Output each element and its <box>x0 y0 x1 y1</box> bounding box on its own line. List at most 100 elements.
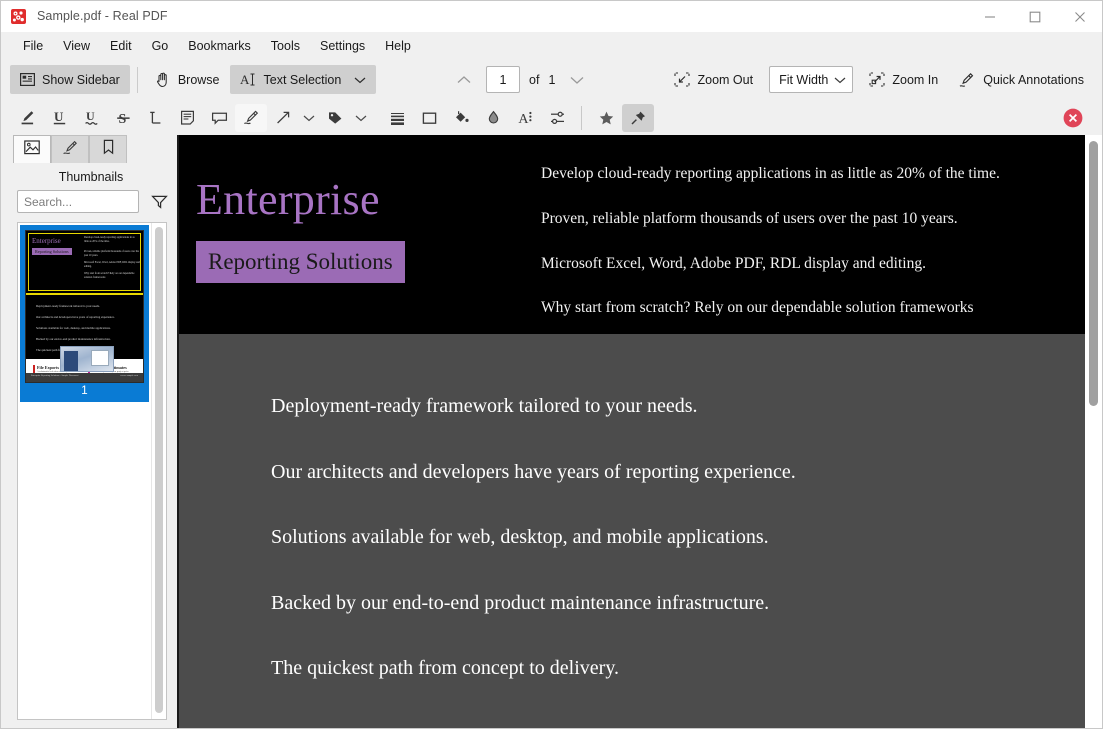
quick-annotations-button[interactable]: Quick Annotations <box>948 65 1094 94</box>
search-placeholder: Search... <box>24 194 73 209</box>
page-header-left: Enterprise Reporting Solutions <box>179 135 541 334</box>
svg-text:A: A <box>518 112 529 127</box>
font-style-icon[interactable]: A <box>509 104 541 132</box>
thumb-product-image <box>60 346 114 372</box>
body-line-5: The quickest path from concept to delive… <box>271 657 620 679</box>
thumb-footer-right: www.example.com <box>120 375 138 377</box>
shape-stamp-icon[interactable] <box>319 104 351 132</box>
text-box-icon[interactable] <box>203 104 235 132</box>
maximize-icon[interactable] <box>1012 1 1057 32</box>
title-bar: Sample.pdf - Real PDF <box>1 1 1102 32</box>
document-viewer[interactable]: Enterprise Reporting Solutions Develop c… <box>177 135 1102 728</box>
zoom-out-icon <box>674 72 691 87</box>
zoom-out-label: Zoom Out <box>697 72 754 87</box>
annotation-toolbar: U U S A <box>1 100 1102 135</box>
arrow-line-icon[interactable] <box>267 104 299 132</box>
annotations-tab[interactable] <box>51 135 89 163</box>
viewer-scrollbar-thumb[interactable] <box>1089 141 1098 406</box>
document-title: Enterprise <box>196 175 380 224</box>
thumb-header-band: Enterprise Reporting Solutions Develop c… <box>26 231 143 295</box>
text-selection-button[interactable]: A Text Selection <box>229 65 377 94</box>
sidebar: Thumbnails Search... Enterprise Reportin… <box>5 135 177 728</box>
header-line-2: Proven, reliable platform thousands of u… <box>541 209 958 227</box>
page-header-right: Develop cloud-ready reporting applicatio… <box>541 135 1085 334</box>
thumb-footer-left: Enterprise Reporting Solutions - Sample … <box>31 375 79 377</box>
pdf-app-icon <box>10 8 27 25</box>
strikeout-icon[interactable]: S <box>107 104 139 132</box>
thumbnail-scrollbar[interactable] <box>151 223 166 719</box>
thumb-body-line-1: Deployment-ready framework tailored to y… <box>36 304 100 308</box>
pdf-page: Enterprise Reporting Solutions Develop c… <box>179 135 1085 728</box>
show-sidebar-label: Show Sidebar <box>42 72 120 87</box>
pin-toolbar-icon[interactable] <box>622 103 654 132</box>
favorite-star-icon[interactable] <box>590 104 622 132</box>
browse-button[interactable]: Browse <box>145 65 230 94</box>
chevron-down-icon <box>834 73 846 87</box>
thumb-header-line-3: Microsoft Excel, Word, Adobe PDF, RDL di… <box>84 261 140 268</box>
pdf-reader-window: Sample.pdf - Real PDF File View Edit Go … <box>0 0 1103 729</box>
chevron-down-icon[interactable] <box>354 76 366 84</box>
svg-text:U: U <box>54 109 64 124</box>
document-subtitle-badge: Reporting Solutions <box>196 241 405 283</box>
close-document-icon[interactable] <box>1062 107 1084 129</box>
sidebar-panel-icon <box>20 73 35 86</box>
thumbnail-panel: Enterprise Reporting Solutions Develop c… <box>17 222 167 720</box>
previous-page-button[interactable] <box>451 67 477 93</box>
rectangle-icon[interactable] <box>413 104 445 132</box>
hand-icon <box>155 72 171 88</box>
thumbnail-scrollbar-thumb[interactable] <box>155 227 163 713</box>
sticky-note-icon[interactable] <box>171 104 203 132</box>
menu-edit[interactable]: Edit <box>100 36 142 56</box>
bookmarks-tab[interactable] <box>89 135 127 163</box>
menu-file[interactable]: File <box>13 36 53 56</box>
close-icon[interactable] <box>1057 1 1102 32</box>
thumb-body-line-3: Solutions available for web, desktop, an… <box>36 326 111 330</box>
squiggly-underline-icon[interactable]: U <box>75 104 107 132</box>
thumb-badge: Reporting Solutions <box>32 248 72 255</box>
zoom-in-button[interactable]: Zoom In <box>859 65 948 94</box>
thumb-body-line-4: Backed by our end-to-end product mainten… <box>36 337 111 341</box>
search-input[interactable]: Search... <box>17 190 139 213</box>
menu-tools[interactable]: Tools <box>261 36 310 56</box>
fill-color-icon[interactable] <box>445 104 477 132</box>
zoom-controls: Zoom Out Fit Width Zoom In Quick Annotat… <box>664 65 1094 94</box>
menu-go[interactable]: Go <box>142 36 179 56</box>
thumbnails-tab[interactable] <box>13 135 51 163</box>
thumb-header-line-4: Why start from scratch? Rely on our depe… <box>84 272 135 279</box>
menu-bookmarks[interactable]: Bookmarks <box>178 36 261 56</box>
page-number-input[interactable] <box>486 66 520 93</box>
zoom-out-button[interactable]: Zoom Out <box>664 65 763 94</box>
zoom-level-select[interactable]: Fit Width <box>769 66 854 93</box>
page-header-section: Enterprise Reporting Solutions Develop c… <box>179 135 1085 334</box>
settings-sliders-icon[interactable] <box>541 104 573 132</box>
opacity-icon[interactable] <box>477 104 509 132</box>
browse-label: Browse <box>177 72 220 87</box>
insert-text-icon[interactable] <box>139 104 171 132</box>
zoom-level-value: Fit Width <box>779 72 829 87</box>
thumbnail-item-1[interactable]: Enterprise Reporting Solutions Develop c… <box>20 225 149 402</box>
menu-view[interactable]: View <box>53 36 100 56</box>
underline-icon[interactable]: U <box>43 104 75 132</box>
next-page-button[interactable] <box>564 67 590 93</box>
sidebar-tabs <box>5 135 177 163</box>
filter-funnel-icon[interactable] <box>149 192 169 212</box>
menu-help[interactable]: Help <box>375 36 421 56</box>
show-sidebar-button[interactable]: Show Sidebar <box>10 65 130 94</box>
page-of-label: of <box>529 72 540 87</box>
thumbnail-list: Enterprise Reporting Solutions Develop c… <box>18 223 151 719</box>
annotation-toolbar-separator <box>581 105 582 130</box>
menu-settings[interactable]: Settings <box>310 36 375 56</box>
viewer-scrollbar[interactable] <box>1085 135 1102 728</box>
toolbar-separator-1 <box>136 66 138 93</box>
freehand-draw-icon[interactable] <box>235 103 267 132</box>
bookmark-icon <box>102 139 115 160</box>
line-thickness-icon[interactable] <box>381 104 413 132</box>
highlight-icon[interactable] <box>11 104 43 132</box>
zoom-in-icon <box>869 72 885 87</box>
pen-annotation-icon <box>62 140 79 160</box>
content-area: Thumbnails Search... Enterprise Reportin… <box>1 135 1102 728</box>
minimize-icon[interactable] <box>967 1 1012 32</box>
arrow-options-caret-icon[interactable] <box>299 104 319 132</box>
text-selection-label: Text Selection <box>263 72 342 87</box>
shape-options-caret-icon[interactable] <box>351 104 371 132</box>
